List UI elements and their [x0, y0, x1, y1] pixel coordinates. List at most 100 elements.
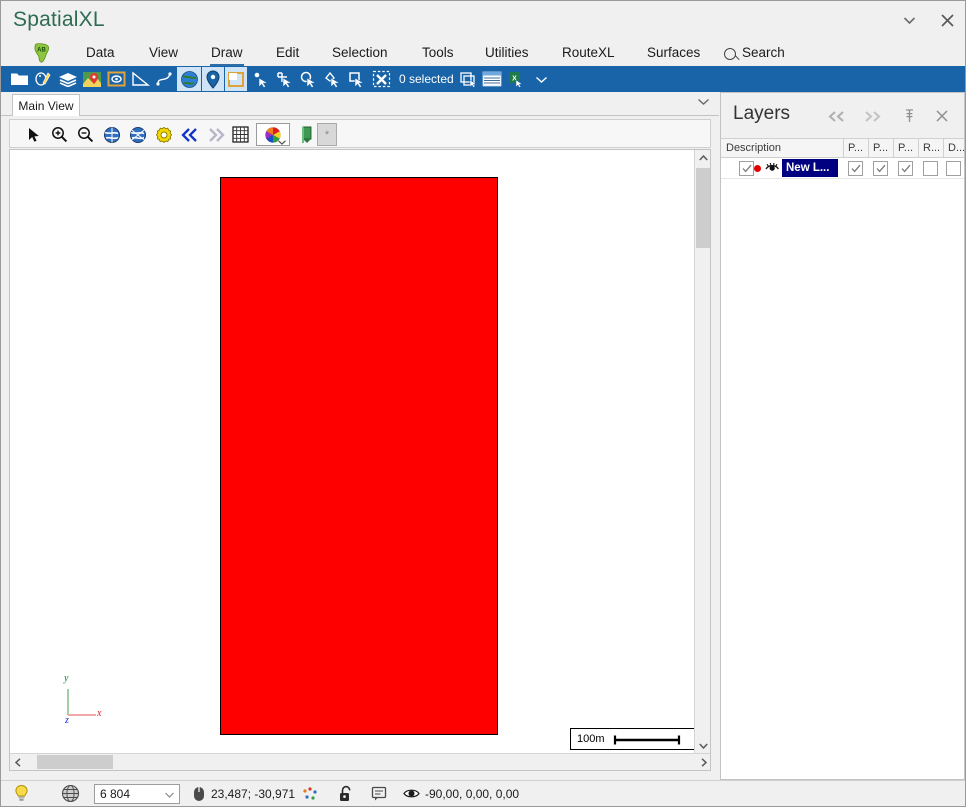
layers-stack-icon[interactable] [57, 67, 79, 91]
menu-item-utilities[interactable]: Utilities [478, 39, 536, 66]
snapshot-icon[interactable]: * [317, 123, 337, 146]
attribute-table-icon[interactable] [481, 67, 503, 91]
menu-item-tools[interactable]: Tools [415, 39, 461, 66]
menu-item-search[interactable]: Search [717, 39, 792, 66]
chevron-down-icon[interactable] [891, 5, 927, 35]
lightbulb-icon[interactable] [13, 781, 30, 806]
polyline-edit-icon[interactable] [153, 67, 175, 91]
scroll-right-icon[interactable] [696, 754, 710, 770]
svg-text:AB: AB [37, 48, 46, 54]
scroll-thumb-horizontal[interactable] [37, 755, 113, 769]
comment-icon[interactable] [371, 781, 387, 806]
view-settings-icon[interactable] [152, 123, 175, 146]
layer-visible-checkbox[interactable] [739, 161, 754, 176]
select-crop-icon[interactable] [346, 67, 368, 91]
table-row[interactable]: New L... [721, 158, 964, 179]
scale-bar: 100m [570, 728, 696, 750]
axis-label-y: y [64, 673, 69, 684]
globe-wire-icon[interactable] [61, 781, 80, 806]
color-palette-icon[interactable] [256, 123, 290, 146]
scroll-down-icon[interactable] [695, 738, 710, 754]
column-header-description[interactable]: Description [721, 139, 843, 157]
layer-p1-checkbox[interactable] [848, 161, 863, 176]
clear-selection-icon[interactable] [370, 67, 392, 91]
select-circle-icon[interactable] [298, 67, 320, 91]
copy-selection-icon[interactable] [457, 67, 479, 91]
palette-tools-icon[interactable] [33, 67, 55, 91]
menu-item-routexl[interactable]: RouteXL [555, 39, 622, 66]
layer-d-checkbox[interactable] [946, 161, 961, 176]
export-excel-icon[interactable]: X [505, 67, 527, 91]
view-toolbar: * [9, 119, 711, 148]
bookmark-flag-icon[interactable] [295, 123, 318, 146]
zoom-out-icon[interactable] [74, 123, 97, 146]
menu-label: Draw [211, 45, 243, 60]
menu-bar: AB Data View Draw Edit Selection Tools U… [1, 39, 965, 66]
application-window: SpatialXL AB Data View Draw Edit Selecti [0, 0, 966, 807]
mouse-icon [193, 781, 205, 806]
zoom-previous-icon[interactable] [126, 123, 149, 146]
scroll-thumb-vertical[interactable] [696, 168, 710, 248]
close-panel-icon[interactable] [930, 105, 954, 127]
grid-icon[interactable] [229, 123, 252, 146]
africa-logo-icon[interactable]: AB [27, 41, 57, 65]
area-outline-icon[interactable] [105, 67, 127, 91]
globe-icon[interactable] [177, 67, 201, 91]
menu-item-draw[interactable]: Draw [204, 39, 250, 66]
select-rect-icon[interactable] [274, 67, 296, 91]
layer-p2-checkbox[interactable] [873, 161, 888, 176]
tab-main-view[interactable]: Main View [12, 94, 80, 116]
select-lasso-icon[interactable] [322, 67, 344, 91]
menu-item-selection[interactable]: Selection [325, 39, 395, 66]
layer-color-swatch[interactable] [754, 165, 761, 172]
column-header-p3[interactable]: P... [893, 139, 918, 157]
pin-icon[interactable] [897, 105, 921, 127]
menu-item-data[interactable]: Data [79, 39, 122, 66]
column-header-p1[interactable]: P... [843, 139, 868, 157]
tab-label: Main View [18, 98, 74, 113]
chevron-down-icon[interactable] [698, 97, 709, 108]
canvas-horizontal-scrollbar[interactable] [10, 753, 710, 770]
unlock-icon[interactable] [338, 781, 354, 806]
menu-label: Search [742, 45, 785, 60]
layer-r-checkbox[interactable] [923, 161, 938, 176]
collapse-right-icon[interactable] [861, 105, 885, 127]
arrow-select-icon[interactable] [22, 123, 45, 146]
place-marker-icon[interactable] [202, 67, 224, 91]
map-polygon-shape[interactable] [220, 177, 498, 735]
menu-label: Surfaces [647, 45, 701, 60]
map-pin-image-icon[interactable] [81, 67, 103, 91]
layer-name-cell[interactable]: New L... [782, 159, 838, 177]
view-tab-strip: Main View [1, 92, 719, 116]
menu-item-view[interactable]: View [142, 39, 185, 66]
open-folder-icon[interactable] [7, 67, 31, 91]
ribbon-overflow-icon[interactable] [531, 67, 551, 91]
scroll-up-icon[interactable] [695, 150, 710, 166]
menu-label: Utilities [485, 45, 529, 60]
map-canvas[interactable]: y x z 100m [10, 150, 696, 754]
scroll-left-icon[interactable] [10, 754, 26, 770]
draw-rectangle-icon[interactable] [225, 67, 247, 91]
zoom-scale-combobox[interactable]: 6 804 [94, 784, 180, 804]
column-header-d[interactable]: D... [943, 139, 965, 157]
column-header-p2[interactable]: P... [868, 139, 893, 157]
chevron-down-icon[interactable] [165, 791, 174, 800]
eye-icon[interactable] [403, 781, 420, 806]
measure-angle-icon[interactable] [129, 67, 151, 91]
zoom-extent-icon[interactable] [100, 123, 123, 146]
step-forward-icon[interactable] [204, 123, 227, 146]
axis-label-z: z [65, 715, 69, 726]
layer-p3-checkbox[interactable] [898, 161, 913, 176]
collapse-left-icon[interactable] [824, 105, 848, 127]
column-header-r[interactable]: R... [918, 139, 943, 157]
snap-points-icon[interactable] [301, 781, 319, 806]
menu-item-edit[interactable]: Edit [269, 39, 306, 66]
close-icon[interactable] [929, 5, 965, 35]
canvas-vertical-scrollbar[interactable] [694, 150, 710, 754]
chevron-down-icon[interactable] [278, 132, 286, 150]
step-back-icon[interactable] [178, 123, 201, 146]
menu-item-surfaces[interactable]: Surfaces [640, 39, 707, 66]
select-point-icon[interactable] [250, 67, 272, 91]
zoom-in-icon[interactable] [48, 123, 71, 146]
eye-visibility-icon[interactable] [765, 161, 780, 179]
